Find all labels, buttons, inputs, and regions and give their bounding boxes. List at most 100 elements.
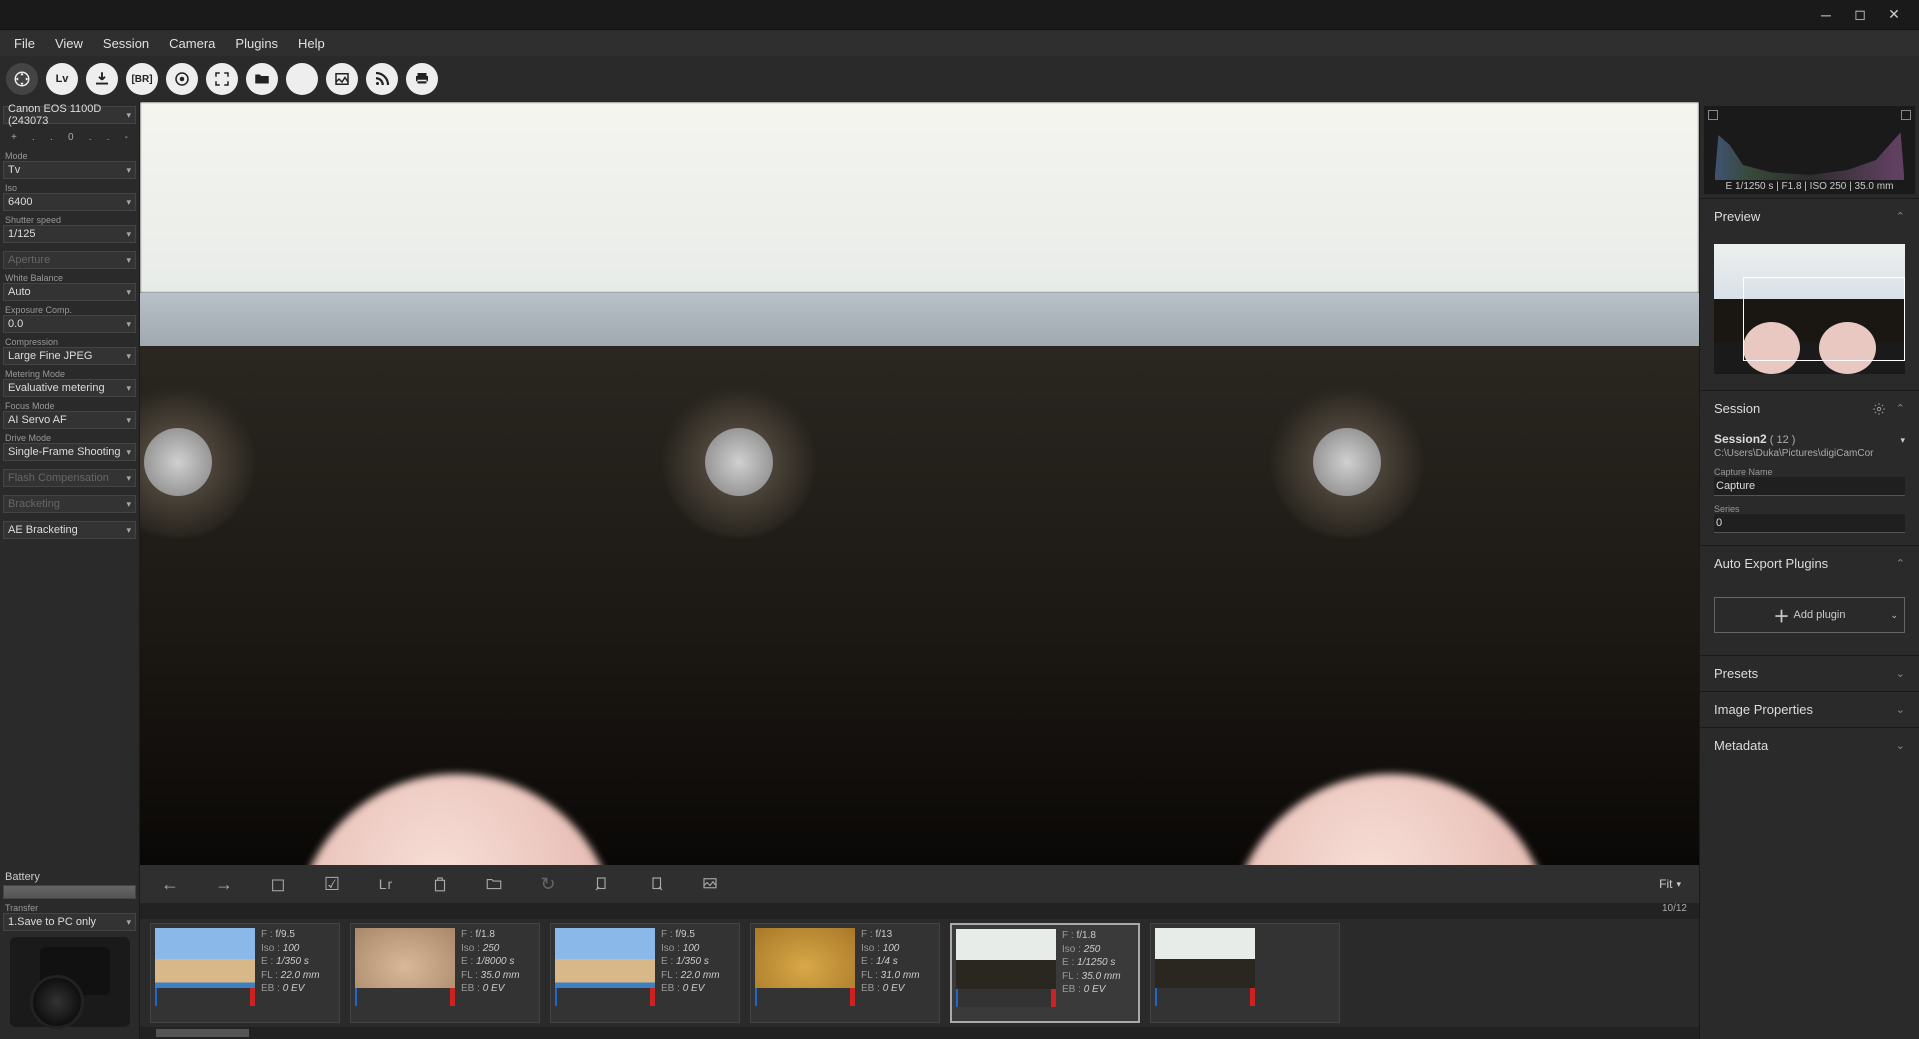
series-input[interactable] (1714, 514, 1905, 533)
rotate-right-button[interactable] (644, 872, 668, 896)
lightroom-button[interactable]: Lr (374, 872, 398, 896)
minimize-button[interactable]: ─ (1809, 0, 1843, 29)
histogram[interactable]: E 1/1250 s | F1.8 | ISO 250 | 35.0 mm (1704, 106, 1915, 194)
session-path: C:\Users\Duka\Pictures\digiCamCor (1714, 448, 1905, 459)
bracket-button[interactable]: [BR] (126, 63, 158, 95)
target-button[interactable] (166, 63, 198, 95)
session-name-row[interactable]: Session2 ( 12 ) ▾ (1714, 432, 1905, 446)
menu-session[interactable]: Session (93, 32, 159, 55)
expcomp-label: Exposure Comp. (3, 305, 136, 315)
toolbar: Lv [BR] (0, 56, 1919, 102)
wb-label: White Balance (3, 273, 136, 283)
focus-label: Focus Mode (3, 401, 136, 411)
refresh-button[interactable]: ↻ (536, 872, 560, 896)
preview-navigator[interactable] (1714, 244, 1905, 374)
battery-label: Battery (3, 871, 136, 883)
shutter-select[interactable]: 1/125▾ (3, 225, 136, 243)
thumbnail[interactable]: F : f/13Iso : 100E : 1/4 sFL : 31.0 mmEB… (750, 923, 940, 1023)
presets-section-header[interactable]: Presets ⌄ (1700, 656, 1919, 691)
zoom-fit-select[interactable]: Fit ▾ (1659, 877, 1681, 891)
thumbnail[interactable]: F : f/9.5Iso : 100E : 1/350 sFL : 22.0 m… (550, 923, 740, 1023)
series-label: Series (1714, 504, 1905, 514)
rss-button[interactable] (366, 63, 398, 95)
focus-select[interactable]: AI Servo AF▾ (3, 411, 136, 429)
menu-file[interactable]: File (4, 32, 45, 55)
transfer-select[interactable]: 1.Save to PC only▾ (3, 913, 136, 931)
rotate-left-button[interactable] (590, 872, 614, 896)
image-button[interactable] (326, 63, 358, 95)
capture-name-label: Capture Name (1714, 467, 1905, 477)
next-image-button[interactable]: → (212, 872, 236, 896)
menu-help[interactable]: Help (288, 32, 335, 55)
mode-label: Mode (3, 151, 136, 161)
thumbnail[interactable]: F : f/9.5Iso : 100E : 1/350 sFL : 22.0 m… (150, 923, 340, 1023)
center-area: ← → ◻ ☑ Lr ↻ Fit ▾ 10/12 F : f/9.5Iso : … (140, 102, 1699, 1039)
open-folder-button[interactable] (482, 872, 506, 896)
download-button[interactable] (86, 63, 118, 95)
thumbnail[interactable]: F : f/1.8Iso : 250E : 1/8000 sFL : 35.0 … (350, 923, 540, 1023)
chevron-down-icon: ⌄ (1896, 739, 1905, 752)
chevron-down-icon: ⌄ (1896, 703, 1905, 716)
thumbnail-strip[interactable]: F : f/9.5Iso : 100E : 1/350 sFL : 22.0 m… (140, 919, 1699, 1027)
fullscreen-button[interactable] (206, 63, 238, 95)
image-preview[interactable] (140, 102, 1699, 865)
iso-select[interactable]: 6400▾ (3, 193, 136, 211)
camera-select[interactable]: Canon EOS 1100D (243073▾ (3, 106, 136, 124)
thumb-scrollbar[interactable] (140, 1027, 1699, 1039)
liveview-button[interactable]: Lv (46, 63, 78, 95)
menu-bar: File View Session Camera Plugins Help (0, 30, 1919, 56)
mode-select[interactable]: Tv▾ (3, 161, 136, 179)
menu-camera[interactable]: Camera (159, 32, 225, 55)
plus-icon: ＋ (1773, 603, 1789, 627)
autoexport-section-header[interactable]: Auto Export Plugins ⌃ (1700, 546, 1919, 581)
metadata-section-header[interactable]: Metadata ⌄ (1700, 728, 1919, 763)
camera-name: Canon EOS 1100D (243073 (8, 103, 126, 127)
chevron-up-icon: ⌃ (1896, 210, 1905, 223)
thumb-image (555, 928, 655, 1006)
thumb-meta: F : f/1.8Iso : 250E : 1/8000 sFL : 35.0 … (461, 928, 520, 1018)
wb-select[interactable]: Auto▾ (3, 283, 136, 301)
thumb-counter: 10/12 (140, 903, 1699, 919)
folder-button[interactable] (246, 63, 278, 95)
thumb-image (155, 928, 255, 1006)
highlight-clip-icon[interactable] (1708, 110, 1718, 120)
capture-button[interactable] (6, 63, 38, 95)
capture-name-input[interactable] (1714, 477, 1905, 496)
edit-image-button[interactable] (698, 872, 722, 896)
astro-button[interactable] (286, 63, 318, 95)
thumb-meta: F : f/13Iso : 100E : 1/4 sFL : 31.0 mmEB… (861, 928, 920, 1018)
thumb-image (355, 928, 455, 1006)
aebracketing-select[interactable]: AE Bracketing▾ (3, 521, 136, 539)
drive-select[interactable]: Single-Frame Shooting▾ (3, 443, 136, 461)
prev-image-button[interactable]: ← (158, 872, 182, 896)
expcomp-select[interactable]: 0.0▾ (3, 315, 136, 333)
bracketing-select: Bracketing▾ (3, 495, 136, 513)
compression-select[interactable]: Large Fine JPEG▾ (3, 347, 136, 365)
battery-bar (3, 885, 136, 899)
thumbnail[interactable]: F : f/1.8Iso : 250E : 1/1250 sFL : 35.0 … (950, 923, 1140, 1023)
unselect-button[interactable]: ◻ (266, 872, 290, 896)
close-button[interactable]: ✕ (1877, 0, 1911, 29)
add-plugin-button[interactable]: ＋ Add plugin ⌄ (1714, 597, 1905, 633)
chevron-down-icon: ⌄ (1890, 610, 1898, 621)
transfer-label: Transfer (3, 903, 136, 913)
metering-select[interactable]: Evaluative metering▾ (3, 379, 136, 397)
metering-label: Metering Mode (3, 369, 136, 379)
gear-icon[interactable] (1872, 402, 1886, 416)
imageprops-section-header[interactable]: Image Properties ⌄ (1700, 692, 1919, 727)
menu-plugins[interactable]: Plugins (225, 32, 288, 55)
shadow-clip-icon[interactable] (1901, 110, 1911, 120)
maximize-button[interactable]: ◻ (1843, 0, 1877, 29)
iso-label: Iso (3, 183, 136, 193)
delete-button[interactable] (428, 872, 452, 896)
thumbnail[interactable] (1150, 923, 1340, 1023)
preview-toolbar: ← → ◻ ☑ Lr ↻ Fit ▾ (140, 865, 1699, 903)
print-button[interactable] (406, 63, 438, 95)
select-button[interactable]: ☑ (320, 872, 344, 896)
camera-thumbnail (10, 937, 130, 1027)
session-section-header[interactable]: Session ⌃ (1700, 391, 1919, 426)
thumb-meta: F : f/9.5Iso : 100E : 1/350 sFL : 22.0 m… (261, 928, 320, 1018)
menu-view[interactable]: View (45, 32, 93, 55)
ev-slider[interactable]: + . . 0 . . - (3, 128, 136, 147)
preview-section-header[interactable]: Preview ⌃ (1700, 199, 1919, 234)
